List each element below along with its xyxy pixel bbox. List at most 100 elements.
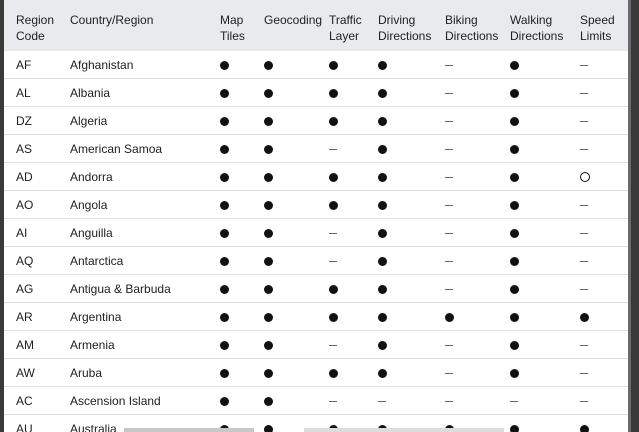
filled-circle-icon [329,60,338,70]
feature-cell [568,218,628,247]
filled-circle-icon [329,172,338,182]
country-region-cell: Anguilla [58,218,208,247]
feature-cell [568,358,628,387]
feature-cell [252,358,317,387]
feature-cell [252,330,317,359]
filled-circle-icon [220,396,229,406]
table-row: AG Antigua & Barbuda [4,274,628,303]
feature-cell [366,274,433,303]
filled-circle-icon [510,256,519,266]
feature-cell [317,190,366,219]
country-region-cell: Angola [58,190,208,219]
filled-circle-icon [329,312,338,322]
dash-icon [445,232,453,234]
country-region-cell: Afghanistan [58,51,208,79]
dash-icon [329,260,337,262]
dash-icon [580,64,588,66]
feature-cell [208,162,252,191]
table-row: AQ Antarctica [4,246,628,275]
filled-circle-icon [220,256,229,266]
feature-cell [568,246,628,275]
filled-circle-icon [264,60,273,70]
feature-cell [433,106,498,135]
header-geocoding: Geocoding [252,0,322,51]
feature-cell [498,386,568,415]
table-row: AI Anguilla [4,218,628,247]
dash-icon [445,372,453,374]
feature-cell [498,78,568,107]
filled-circle-icon [220,144,229,154]
feature-cell [317,246,366,275]
dash-icon [329,344,337,346]
header-country-region: Country/Region [58,0,208,51]
country-region-cell: American Samoa [58,134,208,163]
feature-cell [317,106,366,135]
dash-icon [445,120,453,122]
header-walking-directions: Walking Directions [498,0,568,51]
feature-cell [252,51,317,79]
feature-cell [252,274,317,303]
dash-icon [329,232,337,234]
region-code-cell: DZ [4,106,58,135]
filled-circle-icon [378,256,387,266]
dash-icon [580,92,588,94]
region-code-cell: AL [4,78,58,107]
feature-cell [568,386,628,415]
feature-cell [208,51,252,79]
filled-circle-icon [378,200,387,210]
filled-circle-icon [378,144,387,154]
filled-circle-icon [220,60,229,70]
feature-cell [568,134,628,163]
filled-circle-icon [378,88,387,98]
table-row: DZ Algeria [4,106,628,135]
feature-cell [208,134,252,163]
feature-cell [568,190,628,219]
feature-cell [317,358,366,387]
dash-icon [445,64,453,66]
feature-cell [366,358,433,387]
feature-cell [208,358,252,387]
feature-cell [568,302,628,331]
feature-cell [252,162,317,191]
dash-icon [445,288,453,290]
feature-cell [498,302,568,331]
region-code-cell: AU [4,414,58,432]
region-code-cell: AW [4,358,58,387]
feature-cell [317,330,366,359]
feature-cell [568,51,628,79]
filled-circle-icon [580,424,589,432]
filled-circle-icon [329,88,338,98]
filled-circle-icon [220,368,229,378]
filled-circle-icon [510,368,519,378]
horizontal-scrollbar[interactable] [124,428,254,432]
table-row: AW Aruba [4,358,628,387]
feature-cell [498,106,568,135]
filled-circle-icon [264,368,273,378]
filled-circle-icon [510,424,519,432]
header-speed-limits: Speed Limits [568,0,628,51]
filled-circle-icon [264,228,273,238]
feature-cell [366,330,433,359]
feature-cell [433,218,498,247]
filled-circle-icon [378,60,387,70]
feature-cell [317,162,366,191]
header-driving-directions: Driving Directions [366,0,433,51]
region-code-cell: AG [4,274,58,303]
dash-icon [445,400,453,402]
region-code-cell: AF [4,51,58,79]
dash-icon [580,288,588,290]
feature-cell [252,190,317,219]
feature-cell [366,106,433,135]
feature-cell [366,386,433,415]
feature-cell [208,330,252,359]
filled-circle-icon [378,116,387,126]
coverage-table-container[interactable]: Region Code Country/Region Map Tiles Geo… [4,0,631,432]
region-code-cell: AO [4,190,58,219]
feature-cell [252,302,317,331]
table-row: AM Armenia [4,330,628,359]
feature-cell [433,190,498,219]
feature-cell [252,134,317,163]
header-traffic-layer: Traffic Layer [317,0,366,51]
country-region-cell: Algeria [58,106,208,135]
feature-cell [366,218,433,247]
